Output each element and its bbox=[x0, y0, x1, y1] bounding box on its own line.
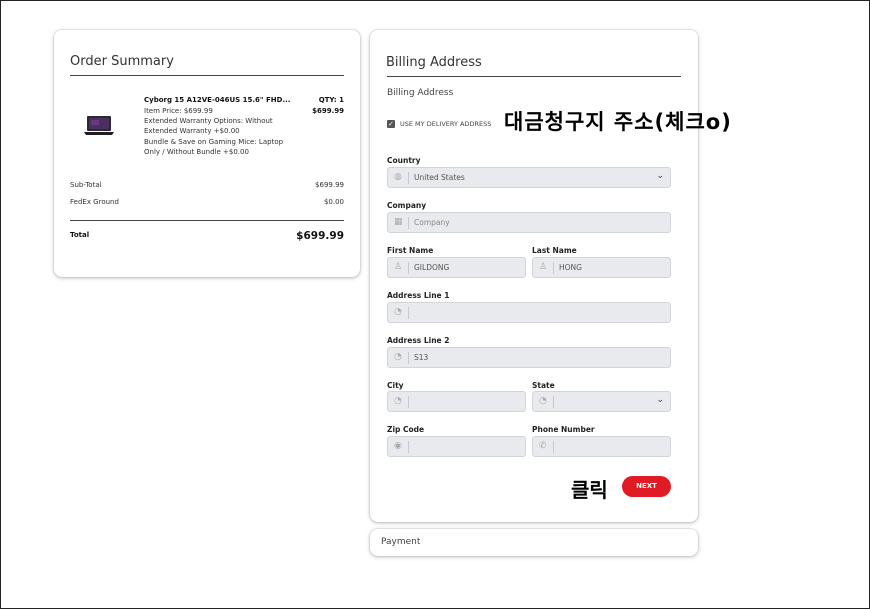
building-icon: ▦ bbox=[394, 217, 403, 227]
field-separator bbox=[408, 172, 409, 184]
order-summary-title: Order Summary bbox=[70, 54, 174, 69]
country-label: Country bbox=[387, 156, 421, 165]
company-input[interactable]: ▦ Company bbox=[387, 212, 671, 233]
zip-code-label: Zip Code bbox=[387, 425, 425, 434]
state-label: State bbox=[532, 381, 555, 390]
bundle-line-1: Bundle & Save on Gaming Mice: Laptop bbox=[144, 138, 284, 146]
item-quantity: QTY: 1 bbox=[318, 96, 344, 104]
payment-section[interactable]: Payment bbox=[370, 529, 698, 556]
map-pin-icon: ◔ bbox=[539, 396, 547, 406]
map-pin-icon: ◔ bbox=[394, 396, 402, 406]
address-line-1-input[interactable]: ◔ bbox=[387, 302, 671, 323]
next-button[interactable]: NEXT bbox=[622, 476, 671, 497]
total-value: $699.99 bbox=[296, 230, 344, 242]
field-separator bbox=[553, 262, 554, 274]
item-line-price: $699.99 bbox=[312, 107, 344, 115]
last-name-input[interactable]: ♙ HONG bbox=[532, 257, 671, 278]
address-line-2-label: Address Line 2 bbox=[387, 336, 450, 345]
order-summary-divider bbox=[70, 75, 344, 76]
billing-divider bbox=[387, 76, 681, 77]
total-divider bbox=[70, 220, 344, 221]
chevron-down-icon: ⌄ bbox=[656, 171, 664, 181]
first-name-value: GILDONG bbox=[414, 263, 450, 272]
billing-subtitle: Billing Address bbox=[387, 88, 454, 98]
company-placeholder: Company bbox=[414, 218, 450, 227]
field-separator bbox=[408, 441, 409, 453]
field-separator bbox=[553, 441, 554, 453]
field-separator bbox=[408, 262, 409, 274]
address-line-2-value: S13 bbox=[414, 353, 429, 362]
check-annotation: 대금청구지 주소(체크o) bbox=[504, 110, 732, 134]
last-name-label: Last Name bbox=[532, 246, 577, 255]
click-annotation: 클릭 bbox=[571, 478, 608, 502]
location-icon: ◉ bbox=[394, 441, 402, 451]
bundle-line-2: Only / Without Bundle +$0.00 bbox=[144, 148, 249, 156]
state-select[interactable]: ◔ ⌄ bbox=[532, 391, 671, 412]
address-line-1-label: Address Line 1 bbox=[387, 291, 450, 300]
warranty-line-2: Extended Warranty +$0.00 bbox=[144, 127, 240, 135]
zip-code-input[interactable]: ◉ bbox=[387, 436, 526, 457]
subtotal-label: Sub-Total bbox=[70, 181, 102, 189]
order-summary-card: Order Summary Cyborg 15 A12VE-046US 15.6… bbox=[54, 30, 360, 277]
person-icon: ♙ bbox=[394, 262, 403, 272]
shipping-label: FedEx Ground bbox=[70, 198, 119, 206]
country-value: United States bbox=[414, 173, 465, 182]
billing-title: Billing Address bbox=[386, 55, 482, 70]
field-separator bbox=[408, 217, 409, 229]
payment-title: Payment bbox=[381, 537, 421, 547]
person-icon: ♙ bbox=[539, 262, 548, 272]
country-select[interactable]: ◍ United States ⌄ bbox=[387, 167, 671, 188]
map-pin-icon: ◔ bbox=[394, 352, 402, 362]
warranty-line-1: Extended Warranty Options: Without bbox=[144, 117, 273, 125]
use-delivery-address-label: USE MY DELIVERY ADDRESS bbox=[400, 120, 492, 128]
first-name-input[interactable]: ♙ GILDONG bbox=[387, 257, 526, 278]
phone-icon: ✆ bbox=[539, 441, 547, 451]
subtotal-value: $699.99 bbox=[315, 181, 344, 189]
company-label: Company bbox=[387, 201, 427, 210]
use-delivery-address-checkbox[interactable]: ✓ bbox=[387, 120, 395, 128]
laptop-product-image bbox=[84, 116, 114, 135]
field-separator bbox=[553, 396, 554, 408]
product-name: Cyborg 15 A12VE-046US 15.6" FHD... bbox=[144, 96, 291, 104]
phone-number-label: Phone Number bbox=[532, 425, 595, 434]
globe-icon: ◍ bbox=[394, 172, 402, 182]
field-separator bbox=[408, 307, 409, 319]
last-name-value: HONG bbox=[559, 263, 582, 272]
phone-number-input[interactable]: ✆ bbox=[532, 436, 671, 457]
map-pin-icon: ◔ bbox=[394, 307, 402, 317]
item-price: Item Price: $699.99 bbox=[144, 107, 213, 115]
address-line-2-input[interactable]: ◔ S13 bbox=[387, 347, 671, 368]
city-label: City bbox=[387, 381, 404, 390]
first-name-label: First Name bbox=[387, 246, 434, 255]
field-separator bbox=[408, 396, 409, 408]
field-separator bbox=[408, 352, 409, 364]
city-input[interactable]: ◔ bbox=[387, 391, 526, 412]
chevron-down-icon: ⌄ bbox=[656, 395, 664, 405]
total-label: Total bbox=[70, 231, 90, 239]
shipping-value: $0.00 bbox=[323, 198, 344, 206]
